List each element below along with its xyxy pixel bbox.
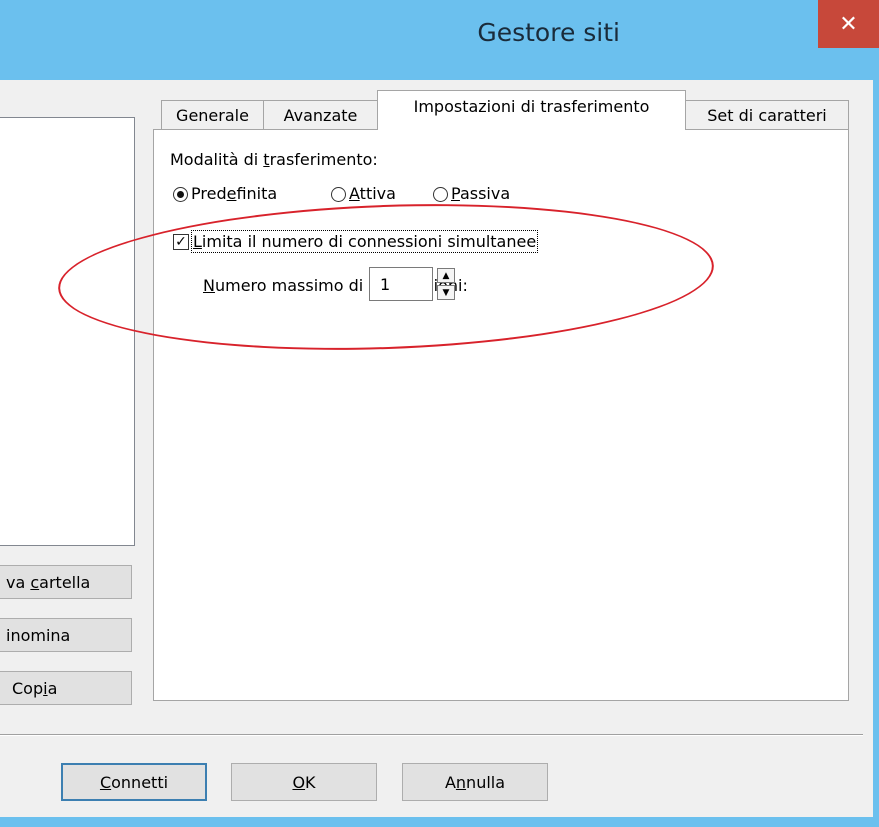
new-folder-label: va cartella	[6, 572, 91, 592]
ok-button[interactable]: OK	[231, 763, 377, 801]
transfer-settings-panel: Modalità di trasferimento: Predefinita A…	[153, 129, 849, 701]
window-border-bottom	[0, 817, 879, 827]
max-connections-value: 1	[380, 274, 391, 294]
site-tree-panel[interactable]	[0, 117, 135, 546]
title-bar: Gestore siti ✕	[0, 0, 879, 80]
close-button[interactable]: ✕	[818, 0, 879, 48]
max-connections-input[interactable]: 1	[369, 267, 433, 301]
cancel-label: Annulla	[444, 772, 506, 792]
connect-label: Connetti	[99, 772, 169, 792]
tab-set-di-caratteri[interactable]: Set di caratteri	[685, 100, 849, 130]
tab-avanzate-label: Avanzate	[283, 106, 358, 125]
spin-down-button[interactable]: ▼	[437, 285, 455, 300]
dialog-client-area: va cartella inomina Copia Generale Avanz…	[0, 80, 873, 817]
copy-label: Copia	[12, 678, 58, 698]
tab-avanzate[interactable]: Avanzate	[263, 100, 378, 130]
rename-label: inomina	[6, 625, 71, 645]
radio-predefinita-label[interactable]: Predefinita	[191, 184, 277, 203]
window-title: Gestore siti	[477, 18, 620, 47]
cancel-button[interactable]: Annulla	[402, 763, 548, 801]
arrow-up-icon: ▲	[442, 270, 450, 281]
radio-passiva[interactable]	[433, 187, 448, 202]
footer-separator	[0, 734, 863, 736]
tab-generale[interactable]: Generale	[161, 100, 264, 130]
connect-button[interactable]: Connetti	[61, 763, 207, 801]
window-border-right	[873, 80, 879, 817]
ok-label: OK	[292, 772, 316, 792]
transfer-mode-label: Modalità di trasferimento:	[170, 150, 378, 169]
rename-button[interactable]: inomina	[0, 618, 132, 652]
copy-button[interactable]: Copia	[0, 671, 132, 705]
tab-generale-label: Generale	[176, 106, 249, 125]
radio-passiva-label[interactable]: Passiva	[451, 184, 510, 203]
tab-impostazioni-trasferimento[interactable]: Impostazioni di trasferimento	[377, 90, 686, 130]
close-icon: ✕	[839, 11, 858, 37]
tab-impostazioni-label: Impostazioni di trasferimento	[413, 97, 650, 116]
arrow-down-icon: ▼	[442, 287, 450, 298]
radio-attiva-label[interactable]: Attiva	[349, 184, 396, 203]
limit-connections-label[interactable]: Limita il numero di connessioni simultan…	[190, 230, 539, 253]
radio-attiva[interactable]	[331, 187, 346, 202]
limit-connections-checkbox[interactable]: ✓	[173, 234, 189, 250]
new-folder-button[interactable]: va cartella	[0, 565, 132, 599]
radio-predefinita[interactable]	[173, 187, 188, 202]
tab-set-label: Set di caratteri	[707, 106, 827, 125]
spin-up-button[interactable]: ▲	[437, 268, 455, 283]
